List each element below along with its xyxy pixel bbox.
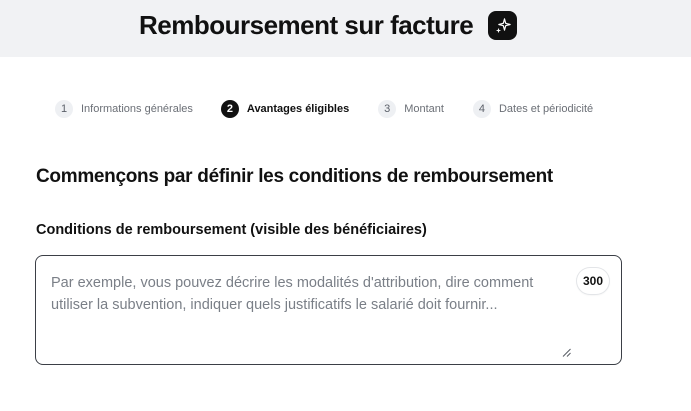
conditions-placeholder: Par exemple, vous pouvez décrire les mod… xyxy=(51,275,534,313)
stepper: 1 Informations générales 2 Avantages éli… xyxy=(55,100,593,118)
step-label: Montant xyxy=(404,103,444,115)
step-montant[interactable]: 3 Montant xyxy=(378,100,444,118)
step-avantages-eligibles[interactable]: 2 Avantages éligibles xyxy=(220,100,350,118)
step-label: Informations générales xyxy=(81,103,193,115)
resize-handle-icon[interactable] xyxy=(562,348,571,357)
step-number: 2 xyxy=(220,100,239,118)
step-number: 1 xyxy=(55,100,73,118)
step-informations-generales[interactable]: 1 Informations générales xyxy=(55,100,193,118)
step-number: 4 xyxy=(472,100,491,118)
step-number: 3 xyxy=(378,100,397,118)
sparkles-button[interactable] xyxy=(488,11,517,40)
page-header: Remboursement sur facture xyxy=(0,0,691,57)
conditions-textarea[interactable]: Par exemple, vous pouvez décrire les mod… xyxy=(35,255,622,365)
step-dates-et-periodicite[interactable]: 4 Dates et périodicité xyxy=(472,100,594,118)
step-label: Avantages éligibles xyxy=(246,103,350,115)
char-counter-badge: 300 xyxy=(577,268,609,294)
conditions-field-label: Conditions de remboursement (visible des… xyxy=(36,222,427,238)
step-label: Dates et périodicité xyxy=(498,103,594,115)
sparkles-icon xyxy=(495,17,511,33)
section-title: Commençons par définir les conditions de… xyxy=(36,166,553,187)
page-title: Remboursement sur facture xyxy=(139,10,474,40)
